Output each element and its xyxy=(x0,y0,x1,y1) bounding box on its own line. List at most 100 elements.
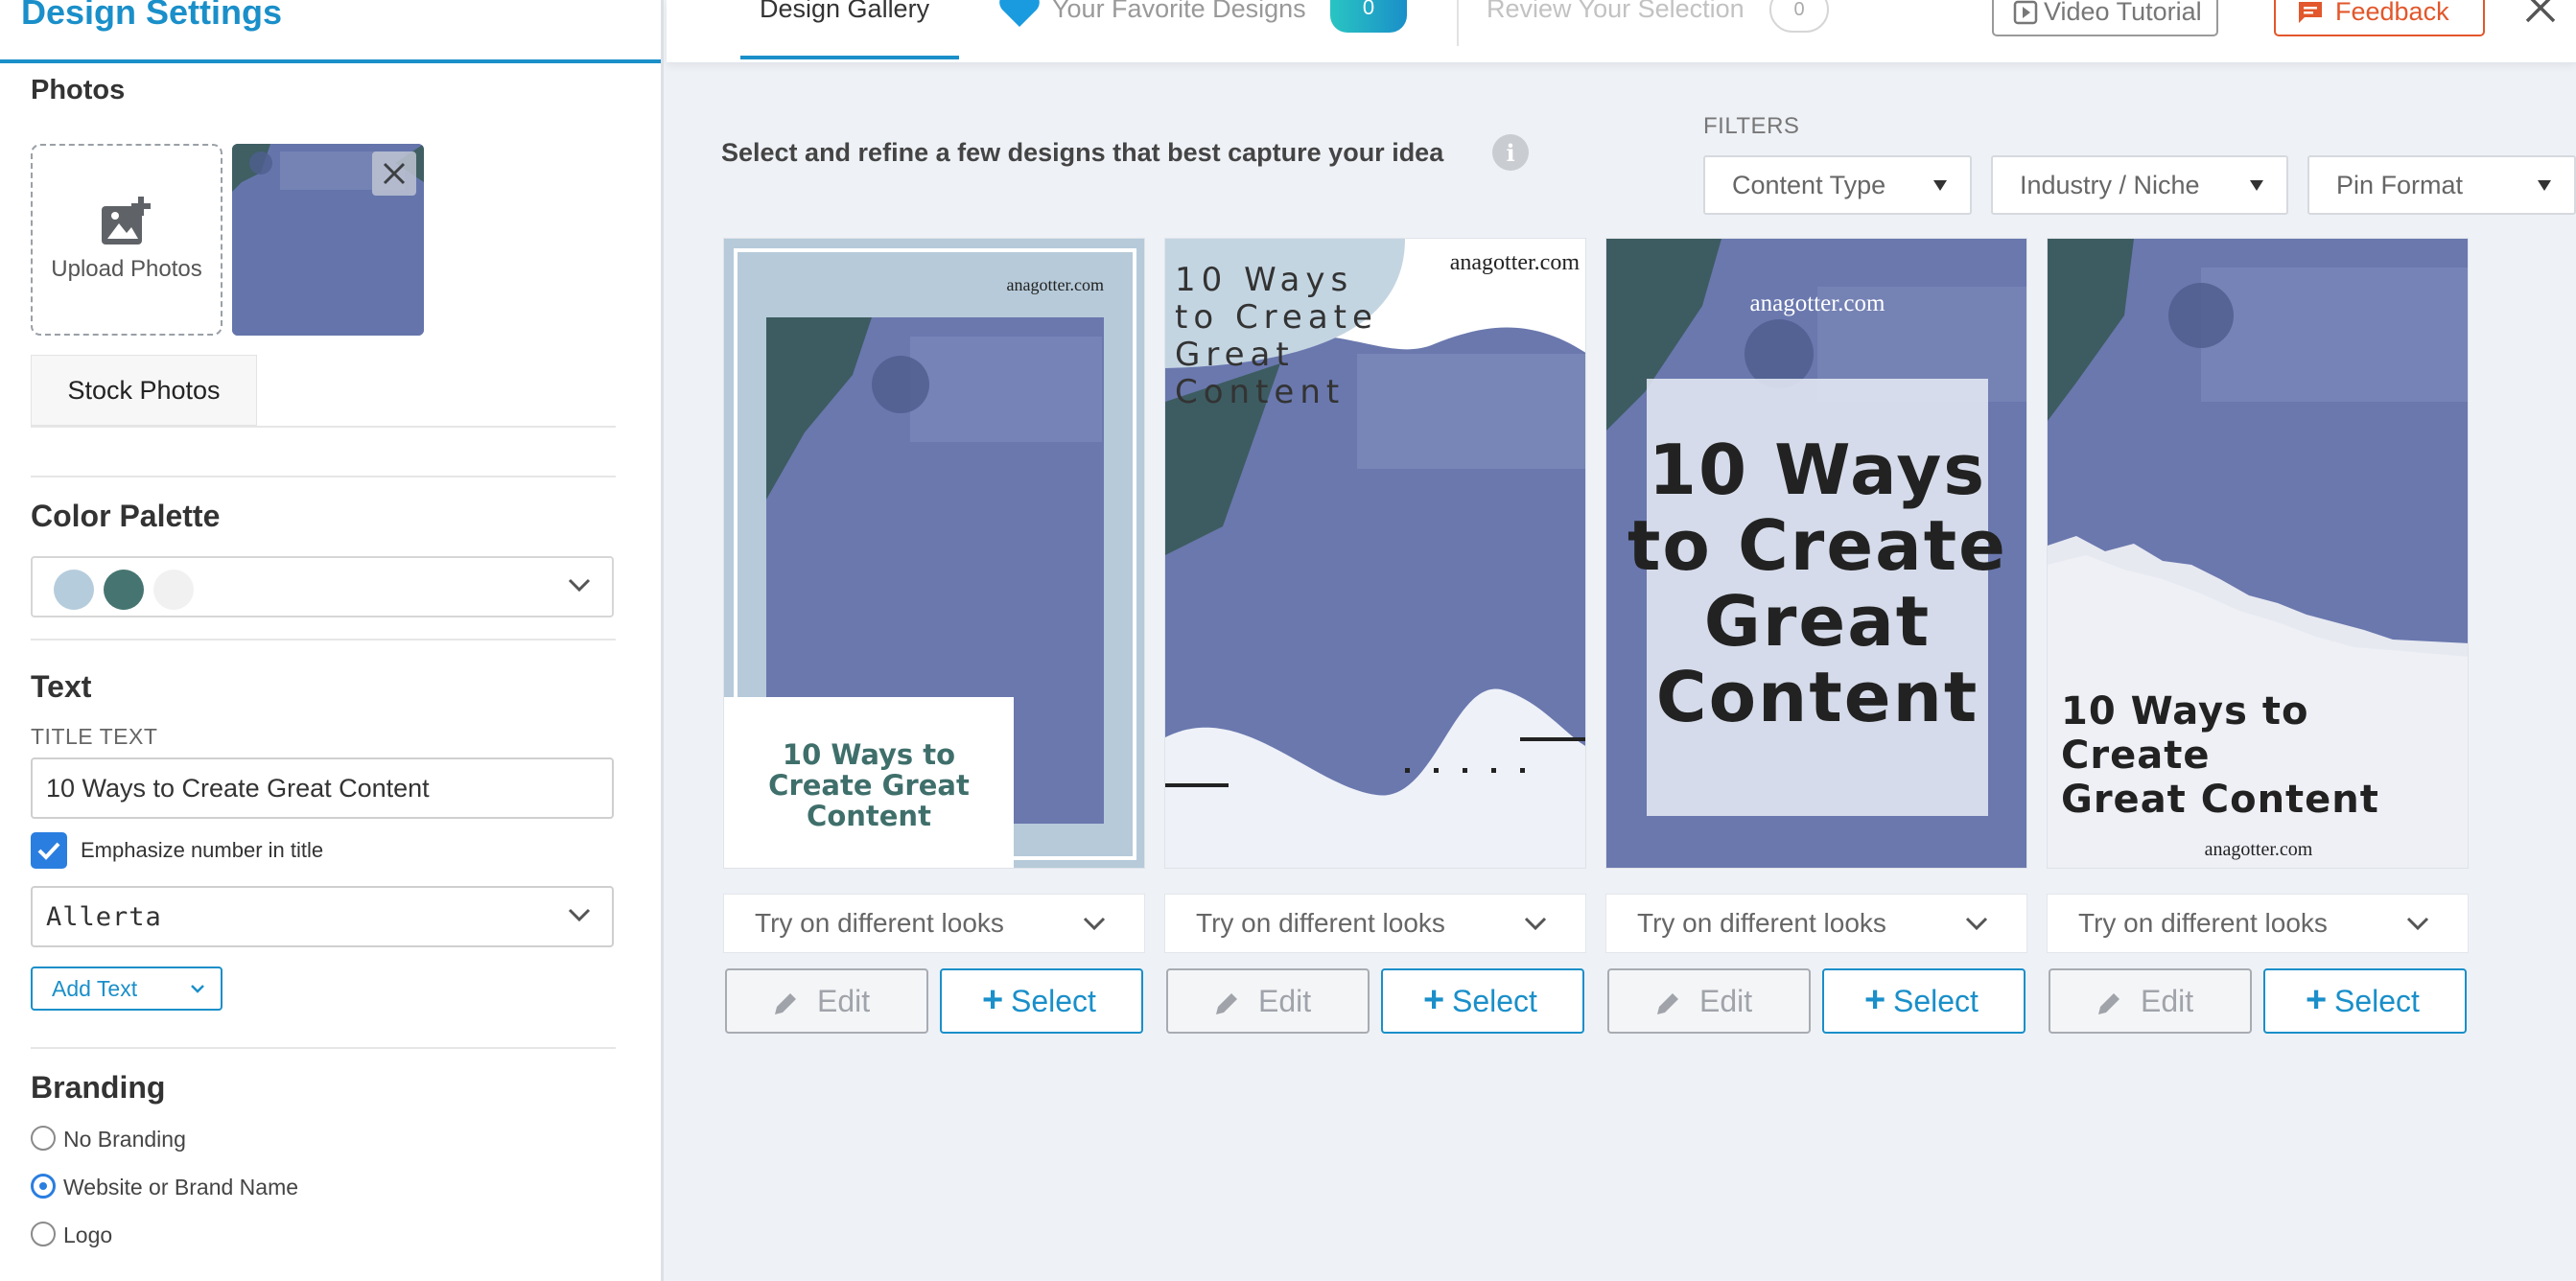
remove-photo-button[interactable] xyxy=(372,151,416,196)
radio-no-branding[interactable] xyxy=(31,1126,56,1151)
chevron-down-icon xyxy=(568,908,591,922)
video-tutorial-button[interactable]: Video Tutorial xyxy=(1992,0,2218,36)
design-card-3[interactable]: anagotter.com 10 Ways to Create Great Co… xyxy=(1605,238,2027,869)
add-photo-icon xyxy=(102,197,151,245)
filters-label: FILTERS xyxy=(1703,113,1800,139)
filter-pin-format[interactable]: Pin Format xyxy=(2307,155,2576,215)
font-select[interactable]: Allerta xyxy=(31,886,614,947)
chevron-down-icon xyxy=(2406,917,2429,931)
design-card-1[interactable]: anagotter.com 10 Ways to Create Great Co… xyxy=(723,238,1145,869)
pin-title-line: Content xyxy=(1175,373,1346,411)
try-different-looks-dropdown[interactable]: Try on different looks xyxy=(1164,894,1586,953)
chat-icon xyxy=(2299,2,2322,23)
pin-brand-url: anagotter.com xyxy=(1449,250,1580,275)
photos-section-title: Photos xyxy=(31,75,126,105)
uploaded-photo-thumbnail[interactable] xyxy=(232,144,424,336)
chevron-down-icon xyxy=(1524,917,1547,931)
pin-brand-url: anagotter.com xyxy=(2204,839,2313,860)
pin-title-line: Great xyxy=(1175,336,1295,374)
radio-logo[interactable] xyxy=(31,1222,56,1246)
palette-swatch-light-blue xyxy=(54,570,94,610)
tab-favorite-designs[interactable]: Your Favorite Designs xyxy=(1052,0,1306,24)
design-settings-panel: Design Settings Photos Upload Photos Sto… xyxy=(0,0,664,1281)
filter-industry-niche-label: Industry / Niche xyxy=(2020,170,2200,199)
pin-title-line: to Create xyxy=(1175,298,1378,337)
plus-icon: + xyxy=(1423,980,1445,1020)
edit-button[interactable]: Edit xyxy=(1607,968,1811,1034)
edit-label: Edit xyxy=(1699,983,1753,1018)
gallery-instructions: Select and refine a few designs that bes… xyxy=(721,138,1444,167)
try-different-looks-dropdown[interactable]: Try on different looks xyxy=(2047,894,2469,953)
chevron-down-icon xyxy=(191,985,204,993)
filter-pin-format-label: Pin Format xyxy=(2336,170,2464,199)
chevron-down-icon xyxy=(1965,917,1988,931)
review-count-badge: 0 xyxy=(1769,0,1829,33)
select-button[interactable]: + Select xyxy=(2263,968,2467,1034)
tab-design-gallery[interactable]: Design Gallery xyxy=(760,0,929,24)
dropdown-arrow-icon xyxy=(2538,180,2551,191)
pin-title-line: to Create xyxy=(1628,505,2007,586)
pencil-icon xyxy=(2098,993,2119,1014)
edit-label: Edit xyxy=(2141,983,2194,1018)
upload-photos-label: Upload Photos xyxy=(51,256,202,282)
upload-photos-button[interactable]: Upload Photos xyxy=(31,144,222,336)
design-card-2[interactable]: anagotter.com 10 Ways to Create Great Co… xyxy=(1164,238,1586,869)
branding-section-title: Branding xyxy=(31,1070,166,1105)
favorites-count-badge: 0 xyxy=(1330,0,1407,33)
emphasize-number-checkbox[interactable] xyxy=(31,832,67,869)
add-text-label: Add Text xyxy=(52,975,138,1001)
design-card-4[interactable]: 10 Ways to Create Great Content anagotte… xyxy=(2047,238,2469,869)
divider xyxy=(31,476,616,477)
pin-brand-url: anagotter.com xyxy=(1006,275,1104,294)
select-label: Select xyxy=(1011,983,1096,1018)
try-different-looks-dropdown[interactable]: Try on different looks xyxy=(723,894,1145,953)
title-text-label: TITLE TEXT xyxy=(31,724,158,749)
pin-title-line: 10 Ways to xyxy=(782,738,956,771)
select-button[interactable]: + Select xyxy=(940,968,1143,1034)
close-icon[interactable] xyxy=(2521,0,2560,27)
add-text-button[interactable]: Add Text xyxy=(31,967,222,1011)
pin-title-line: 10 Ways to Create xyxy=(2061,689,2309,778)
edit-button[interactable]: Edit xyxy=(2049,968,2252,1034)
edit-button[interactable]: Edit xyxy=(725,968,928,1034)
edit-label: Edit xyxy=(1258,983,1312,1018)
dropdown-arrow-icon xyxy=(2250,180,2263,191)
feedback-button[interactable]: Feedback xyxy=(2274,0,2485,36)
color-palette-select[interactable] xyxy=(31,556,614,617)
title-text-input[interactable]: 10 Ways to Create Great Content xyxy=(31,757,614,819)
pin-title-line: Great xyxy=(1703,581,1932,662)
heart-icon xyxy=(999,0,1040,27)
plus-icon: + xyxy=(982,980,1004,1020)
pin-title-line: Content xyxy=(1655,657,1979,737)
play-video-icon xyxy=(2013,0,2038,25)
try-different-looks-dropdown[interactable]: Try on different looks xyxy=(1605,894,2027,953)
pencil-icon xyxy=(1216,993,1237,1014)
select-button[interactable]: + Select xyxy=(1381,968,1584,1034)
divider xyxy=(31,426,616,428)
dropdown-arrow-icon xyxy=(1933,180,1947,191)
text-section-title: Text xyxy=(31,669,92,704)
try-different-looks-label: Try on different looks xyxy=(2078,908,2328,938)
edit-label: Edit xyxy=(817,983,871,1018)
pin-title: 10 Ways to Create Great Content xyxy=(2061,689,2468,822)
emphasize-number-label: Emphasize number in title xyxy=(81,838,324,862)
pin-title-line: Content xyxy=(807,800,931,832)
plus-icon: + xyxy=(2306,980,2328,1020)
select-button[interactable]: + Select xyxy=(1822,968,2026,1034)
edit-button[interactable]: Edit xyxy=(1166,968,1370,1034)
palette-swatch-off-white xyxy=(153,570,194,610)
filter-industry-niche[interactable]: Industry / Niche xyxy=(1991,155,2288,215)
try-different-looks-label: Try on different looks xyxy=(1196,908,1445,938)
settings-title: Design Settings xyxy=(21,0,283,32)
info-icon[interactable]: i xyxy=(1492,134,1529,171)
palette-swatch-teal xyxy=(104,570,144,610)
tab-review-selection[interactable]: Review Your Selection xyxy=(1487,0,1745,24)
checkmark-icon xyxy=(37,842,60,860)
filter-content-type[interactable]: Content Type xyxy=(1703,155,1972,215)
top-navigation: Design Gallery Your Favorite Designs 0 R… xyxy=(667,0,2576,63)
settings-header: Design Settings xyxy=(0,0,661,63)
select-label: Select xyxy=(1893,983,1979,1018)
radio-no-branding-label: No Branding xyxy=(63,1127,186,1152)
radio-website-brand-name[interactable] xyxy=(31,1174,56,1199)
stock-photos-button[interactable]: Stock Photos xyxy=(31,355,257,426)
